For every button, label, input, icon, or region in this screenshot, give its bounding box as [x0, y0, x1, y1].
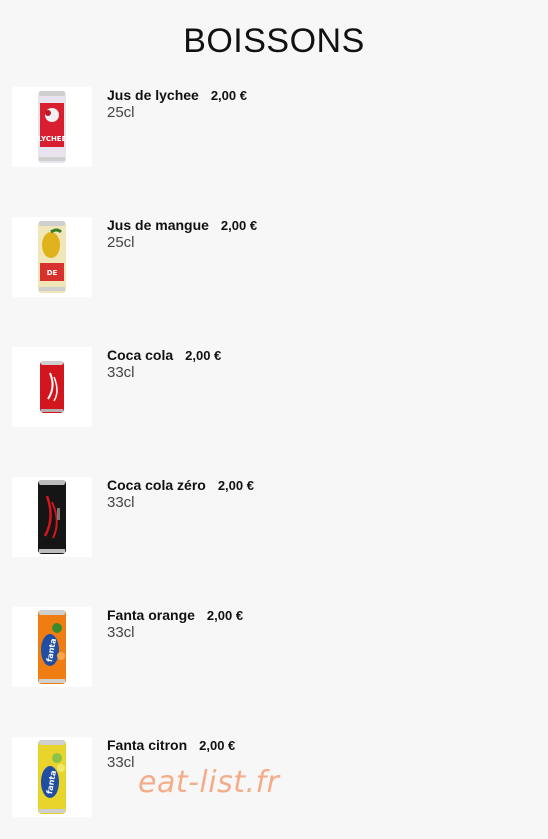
item-name: Fanta orange — [107, 607, 195, 623]
page-title: BOISSONS — [183, 22, 365, 60]
mango-juice-can-icon: DE — [38, 221, 66, 293]
product-image: DE — [12, 217, 92, 297]
product-image: fanta — [12, 607, 92, 687]
item-name: Jus de mangue — [107, 217, 209, 233]
watermark: eat-list.fr — [138, 765, 280, 800]
item-price: 2,00 € — [210, 88, 247, 103]
item-name: Jus de lychee — [107, 87, 199, 103]
item-name: Coca cola — [107, 347, 174, 363]
item-price: 2,00 € — [199, 738, 236, 753]
item-name: Coca cola zéro — [107, 477, 206, 493]
menu-item-coca-cola[interactable]: Coca cola 2,00 € 33cl — [12, 347, 532, 427]
lychee-juice-can-icon: LYCHEE — [38, 91, 67, 163]
menu-item-lychee-juice[interactable]: LYCHEE Jus de lychee 2,00 € 25cl — [12, 87, 532, 167]
item-volume: 33cl — [107, 624, 135, 641]
item-volume: 33cl — [107, 494, 135, 511]
coca-cola-zero-can-icon — [38, 480, 66, 554]
item-volume: 33cl — [107, 364, 135, 381]
svg-text:LYCHEE: LYCHEE — [38, 135, 67, 143]
product-image — [12, 477, 92, 557]
menu-item-fanta-orange[interactable]: fanta Fanta orange 2,00 € 33cl — [12, 607, 532, 687]
item-price: 2,00 € — [217, 478, 254, 493]
item-price: 2,00 € — [220, 218, 258, 233]
product-image — [12, 347, 92, 427]
item-volume: 25cl — [107, 104, 135, 121]
item-price: 2,00 € — [206, 608, 244, 623]
fanta-lemon-can-icon: fanta — [38, 740, 66, 814]
product-image: fanta — [12, 737, 92, 817]
fanta-orange-can-icon: fanta — [38, 610, 66, 684]
item-name: Fanta citron — [107, 737, 188, 753]
product-image: LYCHEE — [12, 87, 92, 167]
menu-item-coca-cola-zero[interactable]: Coca cola zéro 2,00 € 33cl — [12, 477, 532, 557]
coca-cola-can-icon — [40, 361, 64, 413]
item-price: 2,00 € — [185, 348, 222, 363]
item-volume: 25cl — [107, 234, 135, 251]
menu-item-mango-juice[interactable]: DE Jus de mangue 2,00 € 25cl — [12, 217, 532, 297]
svg-text:DE: DE — [47, 269, 58, 277]
